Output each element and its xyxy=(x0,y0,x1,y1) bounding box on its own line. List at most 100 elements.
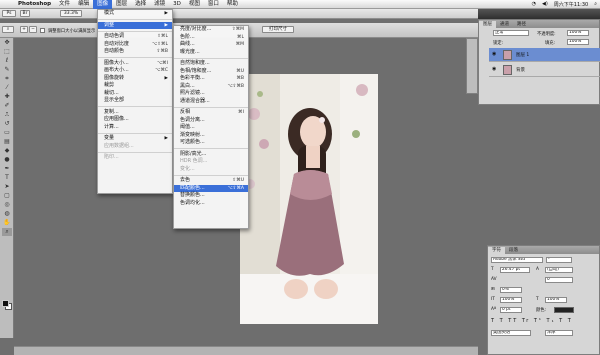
menu-item-apply-image[interactable]: 应用图像... xyxy=(98,116,172,124)
tracking-field[interactable]: 0 xyxy=(545,277,573,283)
shape-tool-icon[interactable]: ▢ xyxy=(2,192,12,200)
menu-view[interactable]: 视图 xyxy=(185,0,204,9)
wifi-icon[interactable]: ◔ xyxy=(529,1,539,7)
blur-tool-icon[interactable]: ◆ xyxy=(2,147,12,155)
tab-channels[interactable]: 通道 xyxy=(496,21,513,28)
opacity-field[interactable]: 100% xyxy=(567,30,589,36)
eraser-tool-icon[interactable]: ▭ xyxy=(2,129,12,137)
menu-item-auto-tone[interactable]: 自动色调 ⇧⌘L xyxy=(98,33,172,41)
kerning-field[interactable]: 0% xyxy=(500,287,522,293)
3d-rotate-tool-icon[interactable]: ◎ xyxy=(2,201,12,209)
menu-item-photo-filter[interactable]: 照片滤镜... xyxy=(174,90,248,98)
zoom-tool-icon[interactable]: ⌕ xyxy=(2,228,12,236)
clone-stamp-tool-icon[interactable]: ⎍ xyxy=(2,111,12,119)
volume-icon[interactable]: ◀) xyxy=(539,1,551,7)
menu-item-selective-color[interactable]: 可选颜色... xyxy=(174,139,248,147)
menu-item-black-white[interactable]: 黑白... ⌥⇧⌘B xyxy=(174,83,248,91)
tab-paragraph[interactable]: 段落 xyxy=(505,247,522,254)
brush-tool-icon[interactable]: ✐ xyxy=(2,102,12,110)
print-size-button[interactable]: 打印尺寸 xyxy=(262,26,294,33)
layer-row[interactable]: ◉ 图层 1 xyxy=(489,48,600,62)
text-style-buttons[interactable]: T T TT Tr T¹ T₁ T T xyxy=(491,318,591,325)
document-canvas[interactable] xyxy=(240,74,378,324)
antialias-select[interactable]: 浑厚 xyxy=(545,330,573,336)
menu-item-posterize[interactable]: 色调分离... xyxy=(174,117,248,125)
history-brush-tool-icon[interactable]: ↺ xyxy=(2,120,12,128)
gradient-tool-icon[interactable]: ▤ xyxy=(2,138,12,146)
menu-item-desaturate[interactable]: 去色 ⇧⌘U xyxy=(174,177,248,185)
font-family-select[interactable]: Adobe 黑体 Std xyxy=(491,257,543,263)
baseline-shift-field[interactable]: 0 pt xyxy=(500,307,522,313)
menu-item-levels[interactable]: 色阶... ⌘L xyxy=(174,34,248,42)
visibility-eye-icon[interactable]: ◉ xyxy=(492,51,498,57)
zoom-in-icon[interactable]: + xyxy=(20,26,28,33)
menu-item-variables[interactable]: 变量 ▶ xyxy=(98,135,172,143)
menu-item-hue-saturation[interactable]: 色相/饱和度... ⌘U xyxy=(174,68,248,76)
crop-tool-icon[interactable]: ⌗ xyxy=(2,75,12,83)
menu-layer[interactable]: 图层 xyxy=(112,0,131,9)
horizontal-scale-field[interactable]: 100% xyxy=(545,297,567,303)
menu-item-color-balance[interactable]: 色彩平衡... ⌘B xyxy=(174,75,248,83)
type-tool-icon[interactable]: T xyxy=(2,174,12,182)
leading-field[interactable]: (自动) xyxy=(545,267,573,273)
marquee-tool-icon[interactable]: ⬚ xyxy=(2,48,12,56)
menu-item-channel-mixer[interactable]: 通道混合器... xyxy=(174,98,248,106)
bridge-icon[interactable]: Br xyxy=(20,10,30,17)
menu-item-auto-contrast[interactable]: 自动对比度 ⌥⇧⌘L xyxy=(98,41,172,49)
menu-item-brightness-contrast[interactable]: 亮度/对比度... ⇧⌘M xyxy=(174,26,248,34)
quick-select-tool-icon[interactable]: ✎ xyxy=(2,66,12,74)
workspace-switcher[interactable] xyxy=(478,9,600,19)
blend-mode-select[interactable]: 正常 xyxy=(493,30,529,36)
fill-field[interactable]: 100% xyxy=(567,39,589,45)
menu-item-replace-color[interactable]: 替换颜色... xyxy=(174,192,248,200)
eyedropper-tool-icon[interactable]: ⁄ xyxy=(2,84,12,92)
menu-edit[interactable]: 编辑 xyxy=(74,0,93,9)
menu-item-adjustments[interactable]: 调整 ▶ xyxy=(98,21,172,29)
layer-row[interactable]: ◉ 背景 xyxy=(489,63,600,77)
tab-character[interactable]: 字符 xyxy=(488,247,505,254)
move-tool-icon[interactable]: ✥ xyxy=(2,39,12,47)
3d-orbit-tool-icon[interactable]: ◍ xyxy=(2,210,12,218)
pen-tool-icon[interactable]: ✒ xyxy=(2,165,12,173)
menu-item-exposure[interactable]: 曝光度... xyxy=(174,49,248,57)
menu-item-invert[interactable]: 反相 ⌘I xyxy=(174,109,248,117)
zoom-tool-preset-icon[interactable]: ⌕ xyxy=(2,26,14,33)
menu-item-trim[interactable]: 裁切... xyxy=(98,90,172,98)
menu-item-shadows-highlights[interactable]: 阴影/高光... xyxy=(174,151,248,159)
font-size-field[interactable]: 26.47 pt xyxy=(500,267,530,273)
hand-tool-icon[interactable]: ✋ xyxy=(2,219,12,227)
dodge-tool-icon[interactable]: ● xyxy=(2,156,12,164)
menu-window[interactable]: 窗口 xyxy=(204,0,223,9)
menu-item-crop[interactable]: 裁剪 xyxy=(98,82,172,90)
menu-file[interactable]: 文件 xyxy=(55,0,74,9)
menu-item-duplicate[interactable]: 复制... xyxy=(98,109,172,117)
menu-filter[interactable]: 滤镜 xyxy=(150,0,169,9)
menu-3d[interactable]: 3D xyxy=(169,0,185,9)
menu-item-canvas-size[interactable]: 画布大小... ⌥⌘C xyxy=(98,67,172,75)
vertical-scale-field[interactable]: 100% xyxy=(500,297,522,303)
clock[interactable]: 周六下午11:30 xyxy=(551,1,591,8)
foreground-color-swatch[interactable] xyxy=(2,300,9,307)
lasso-tool-icon[interactable]: ℓ xyxy=(2,57,12,65)
menu-item-threshold[interactable]: 阈值... xyxy=(174,124,248,132)
tab-paths[interactable]: 路径 xyxy=(513,21,530,28)
zoom-level[interactable]: 33.3% xyxy=(60,10,82,17)
healing-tool-icon[interactable]: ✚ xyxy=(2,93,12,101)
menu-app[interactable]: Photoshop xyxy=(14,0,55,9)
menu-item-gradient-map[interactable]: 渐变映射... xyxy=(174,132,248,140)
menu-image[interactable]: 图像 xyxy=(93,0,113,9)
menu-item-curves[interactable]: 曲线... ⌘M xyxy=(174,41,248,49)
menu-item-mode[interactable]: 模式 ▶ xyxy=(98,10,172,18)
font-style-select[interactable]: - xyxy=(546,257,572,263)
menu-item-calculations[interactable]: 计算... xyxy=(98,124,172,132)
menu-item-equalize[interactable]: 色调均化... xyxy=(174,200,248,208)
language-select[interactable]: 美国英语 xyxy=(491,330,531,336)
path-select-tool-icon[interactable]: ➤ xyxy=(2,183,12,191)
menu-item-vibrance[interactable]: 自然饱和度... xyxy=(174,60,248,68)
menu-help[interactable]: 帮助 xyxy=(223,0,242,9)
menu-item-reveal-all[interactable]: 显示全部 xyxy=(98,97,172,105)
zoom-out-icon[interactable]: − xyxy=(29,26,37,33)
resize-windows-checkbox[interactable] xyxy=(40,28,45,33)
menu-item-image-rotation[interactable]: 图像旋转 ▶ xyxy=(98,75,172,83)
menu-item-match-color[interactable]: 匹配颜色... ⌥⇧⌘A xyxy=(174,184,248,192)
